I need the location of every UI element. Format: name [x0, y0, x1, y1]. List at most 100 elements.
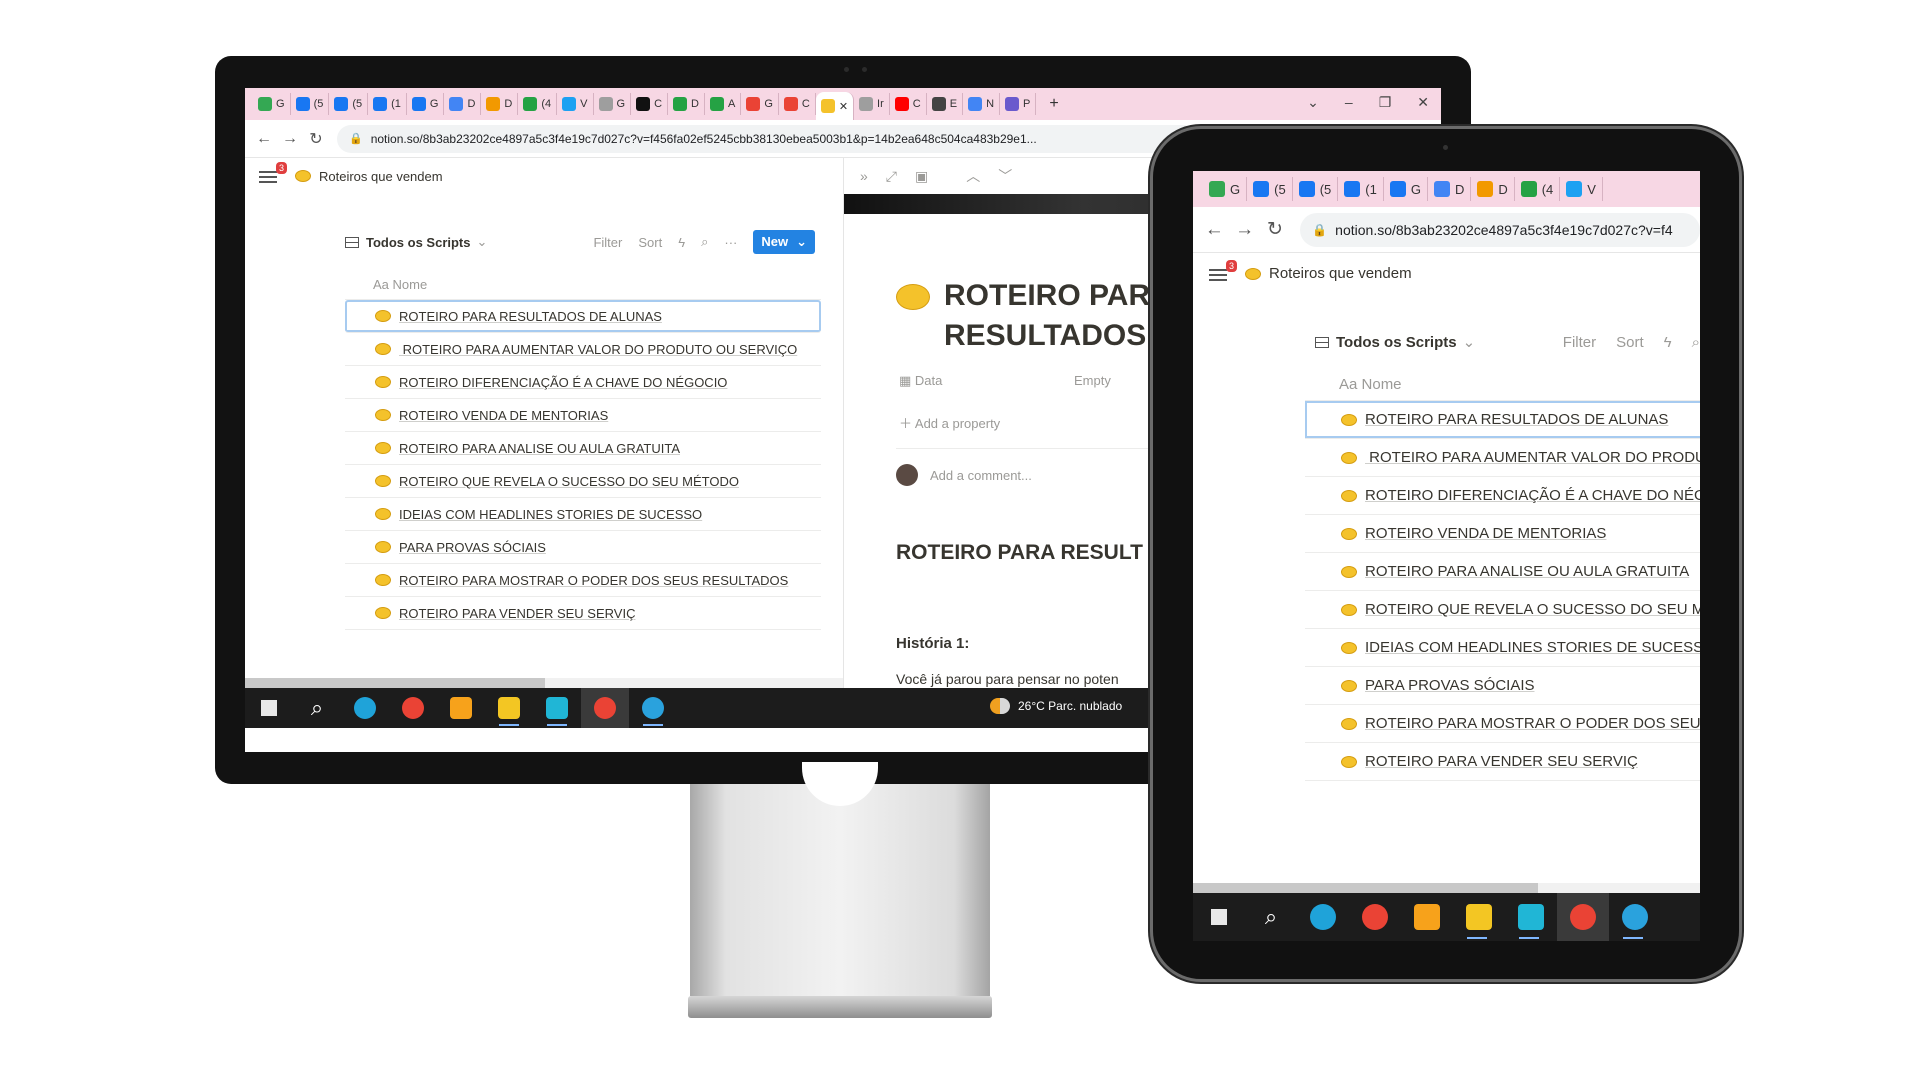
taskbar-item[interactable] [437, 688, 485, 728]
taskbar-item[interactable]: ⌕ [1245, 893, 1297, 941]
address-bar[interactable]: 🔒 notion.so/8b3ab23202ce4897a5c3f4e19c7d… [1300, 212, 1700, 247]
browser-tab[interactable]: P [1000, 93, 1037, 115]
browser-tab[interactable]: (1 [1338, 177, 1384, 201]
taskbar-item[interactable] [533, 688, 581, 728]
taskbar-item[interactable] [1609, 893, 1661, 941]
content-heading[interactable]: ROTEIRO PARA RESULT [896, 541, 1143, 565]
chevron-down-icon[interactable]: ⌄ [796, 234, 807, 250]
column-header-name[interactable]: Aa Nome [345, 270, 821, 300]
table-row[interactable]: ROTEIRO QUE REVELA O SUCESSO DO SEU MÉTO… [1305, 591, 1700, 629]
browser-tab[interactable]: G [407, 93, 445, 115]
forward-arrow-icon[interactable]: → [277, 130, 303, 148]
browser-tab[interactable]: (1 [368, 93, 407, 115]
taskbar-item[interactable] [1401, 893, 1453, 941]
table-row[interactable]: ROTEIRO PARA VENDER SEU SERVIÇ [1305, 743, 1700, 781]
table-row[interactable]: ROTEIRO PARA AUMENTAR VALOR DO PRODUTO O… [1305, 439, 1700, 477]
restore-icon[interactable]: ❐ [1379, 94, 1392, 111]
taskbar-item[interactable] [341, 688, 389, 728]
table-row[interactable]: ROTEIRO PARA AUMENTAR VALOR DO PRODUTO O… [345, 333, 821, 366]
table-row[interactable]: ROTEIRO QUE REVELA O SUCESSO DO SEU MÉTO… [345, 465, 821, 498]
row-title[interactable]: ROTEIRO PARA RESULTADOS DE ALUNAS [1365, 411, 1668, 428]
row-title[interactable]: ROTEIRO VENDA DE MENTORIAS [399, 408, 608, 423]
browser-tab[interactable]: C [779, 93, 816, 115]
search-icon[interactable]: ⌕ [701, 234, 708, 250]
back-arrow-icon[interactable]: ← [1199, 219, 1229, 241]
horizontal-scrollbar[interactable] [1193, 883, 1700, 893]
breadcrumb[interactable]: 3 Roteiros que vendem [1209, 259, 1412, 282]
row-title[interactable]: ROTEIRO PARA MOSTRAR O PODER DOS SEUS RE… [399, 573, 788, 588]
browser-tab[interactable]: (5 [1293, 177, 1339, 201]
row-title[interactable]: PARA PROVAS SÓCIAIS [399, 540, 546, 555]
taskbar-item[interactable] [1297, 893, 1349, 941]
search-icon[interactable]: ⌕ [1692, 334, 1700, 351]
weather-widget[interactable]: 26°C Parc. nublado [990, 698, 1122, 714]
close-peek-icon[interactable]: » [860, 168, 868, 184]
filter-button[interactable]: Filter [1563, 334, 1596, 351]
comment-input[interactable]: Add a comment... [896, 464, 1032, 486]
sidebar-menu-icon[interactable]: 3 [1209, 259, 1237, 282]
browser-tab-active[interactable]: ✕ [815, 92, 855, 120]
browser-tab[interactable]: G [741, 93, 779, 115]
reload-icon[interactable]: ↻ [303, 129, 329, 149]
row-title[interactable]: IDEIAS COM HEADLINES STORIES DE SUCESSO [399, 507, 702, 522]
browser-tab[interactable]: (5 [291, 93, 330, 115]
table-row[interactable]: PARA PROVAS SÓCIAIS [345, 531, 821, 564]
close-window-icon[interactable]: ✕ [1417, 94, 1429, 111]
browser-tab[interactable]: G [594, 93, 632, 115]
row-title[interactable]: ROTEIRO PARA ANALISE OU AULA GRATUITA [399, 441, 680, 456]
table-row[interactable]: ROTEIRO VENDA DE MENTORIAS [1305, 515, 1700, 553]
row-title[interactable]: ROTEIRO PARA ANALISE OU AULA GRATUITA [1365, 563, 1689, 580]
browser-tab[interactable]: V [1560, 177, 1603, 201]
row-title[interactable]: ROTEIRO PARA VENDER SEU SERVIÇ [399, 606, 635, 621]
table-row[interactable]: IDEIAS COM HEADLINES STORIES DE SUCESSO [1305, 629, 1700, 667]
browser-tab[interactable]: Ir [854, 93, 890, 115]
row-title[interactable]: ROTEIRO PARA RESULTADOS DE ALUNAS [399, 309, 662, 324]
taskbar-item[interactable] [1557, 893, 1609, 941]
back-arrow-icon[interactable]: ← [251, 130, 277, 148]
browser-tab[interactable]: E [927, 93, 964, 115]
browser-tab[interactable]: (5 [1247, 177, 1293, 201]
sort-button[interactable]: Sort [638, 235, 662, 250]
view-selector[interactable]: Todos os Scripts ⌄ [345, 234, 487, 250]
browser-tab[interactable]: G [253, 93, 291, 115]
table-row[interactable]: ROTEIRO DIFERENCIAÇÃO É A CHAVE DO NÉGOC… [345, 366, 821, 399]
automation-bolt-icon[interactable]: ϟ [678, 235, 685, 250]
table-row[interactable]: ROTEIRO PARA RESULTADOS DE ALUNAS [1305, 401, 1700, 439]
browser-tab[interactable]: V [557, 93, 594, 115]
taskbar-item[interactable] [1505, 893, 1557, 941]
row-title[interactable]: ROTEIRO PARA MOSTRAR O PODER DOS SEUS RE… [1365, 715, 1700, 732]
reload-icon[interactable]: ↻ [1260, 218, 1290, 241]
taskbar-item[interactable] [389, 688, 437, 728]
row-title[interactable]: ROTEIRO DIFERENCIAÇÃO É A CHAVE DO NÉGOC… [399, 375, 727, 390]
table-row[interactable]: ROTEIRO PARA ANALISE OU AULA GRATUITA [345, 432, 821, 465]
new-tab-button[interactable]: + [1044, 93, 1063, 115]
view-selector[interactable]: Todos os Scripts ⌄ [1315, 333, 1475, 351]
browser-tab[interactable]: G [1384, 177, 1428, 201]
filter-button[interactable]: Filter [593, 235, 622, 250]
sort-button[interactable]: Sort [1616, 334, 1644, 351]
row-title[interactable]: ROTEIRO QUE REVELA O SUCESSO DO SEU MÉTO… [399, 474, 739, 489]
row-title[interactable]: ROTEIRO VENDA DE MENTORIAS [1365, 525, 1606, 542]
taskbar-item[interactable] [1193, 893, 1245, 941]
taskbar-item[interactable] [245, 688, 293, 728]
browser-tab[interactable]: A [705, 93, 742, 115]
row-title[interactable]: ROTEIRO PARA AUMENTAR VALOR DO PRODUTO O… [399, 342, 798, 357]
browser-tab[interactable]: D [1428, 177, 1472, 201]
browser-tab[interactable]: G [1203, 177, 1248, 201]
expand-icon[interactable]: ⤢ [886, 168, 897, 185]
browser-tab[interactable]: N [963, 93, 1001, 115]
browser-tab[interactable]: C [631, 93, 669, 115]
browser-tab[interactable]: D [668, 93, 705, 115]
row-title[interactable]: ROTEIRO PARA VENDER SEU SERVIÇ [1365, 753, 1638, 770]
table-row[interactable]: IDEIAS COM HEADLINES STORIES DE SUCESSO [345, 498, 821, 531]
automation-bolt-icon[interactable]: ϟ [1664, 334, 1672, 351]
horizontal-scrollbar[interactable] [245, 678, 843, 688]
browser-tab[interactable]: (4 [518, 93, 558, 115]
taskbar-item[interactable] [581, 688, 629, 728]
forward-arrow-icon[interactable]: → [1229, 219, 1259, 241]
previous-page-icon[interactable]: ︿ [966, 166, 980, 186]
browser-tab[interactable]: D [1471, 177, 1515, 201]
browser-tab[interactable]: (4 [1515, 177, 1561, 201]
taskbar-item[interactable]: ⌕ [293, 688, 341, 728]
tab-search-chevron-icon[interactable]: ⌄ [1307, 94, 1319, 111]
